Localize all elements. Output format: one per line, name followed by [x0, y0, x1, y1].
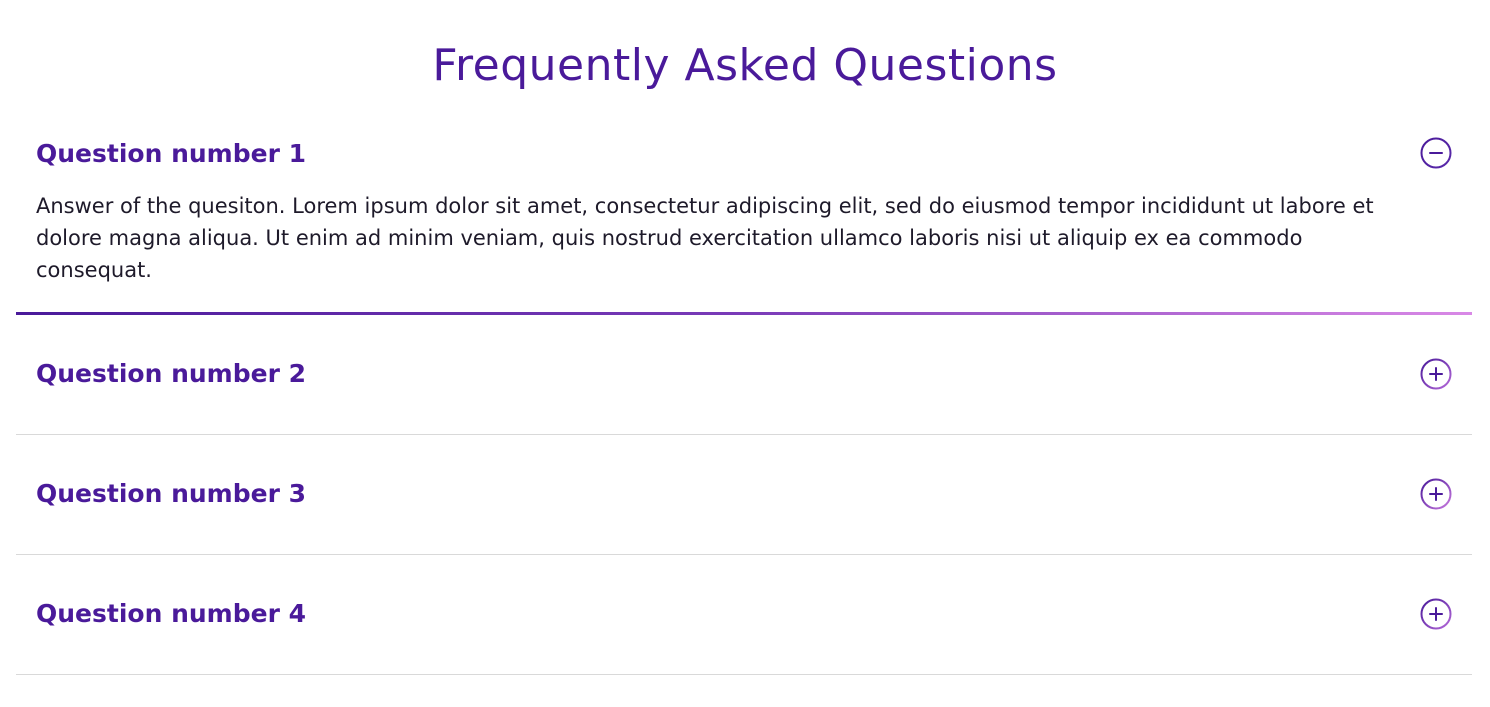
divider [16, 674, 1472, 675]
faq-item: Question number 3 [16, 435, 1472, 555]
faq-question[interactable]: Question number 3 [36, 478, 306, 510]
plus-circle-icon[interactable] [1420, 598, 1452, 630]
faq-question[interactable]: Question number 4 [36, 598, 306, 630]
faq-answer: Answer of the quesiton. Lorem ipsum dolo… [36, 194, 1374, 282]
page-title: Frequently Asked Questions [432, 40, 1058, 91]
faq-question[interactable]: Question number 2 [36, 358, 306, 390]
faq-list: Question number 1 Answer of the quesiton… [16, 120, 1472, 675]
plus-circle-icon[interactable] [1420, 478, 1452, 510]
faq-question[interactable]: Question number 1 [36, 138, 306, 170]
faq-item: Question number 1 Answer of the quesiton… [16, 120, 1472, 315]
plus-circle-icon[interactable] [1420, 358, 1452, 390]
faq-item: Question number 2 [16, 315, 1472, 435]
minus-circle-icon[interactable] [1420, 137, 1452, 169]
faq-item: Question number 4 [16, 555, 1472, 675]
